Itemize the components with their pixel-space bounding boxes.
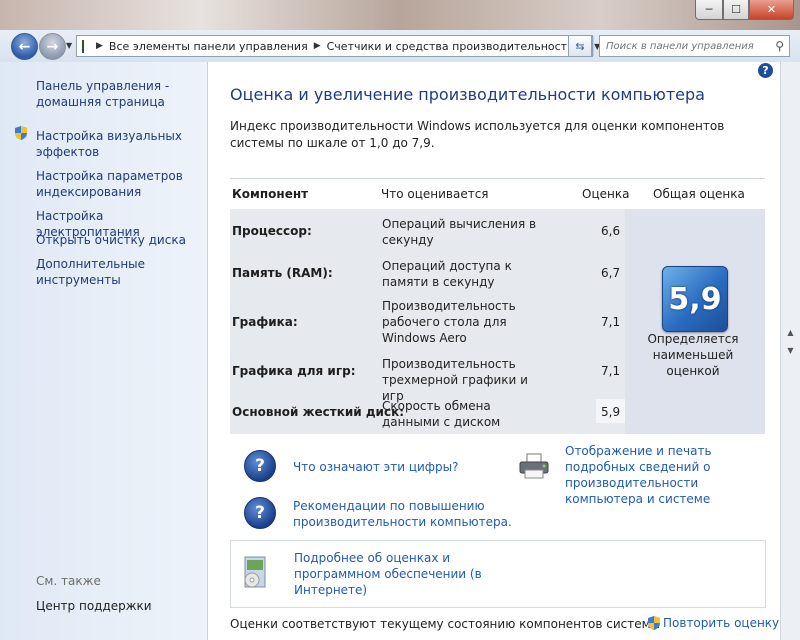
- breadcrumb-separator-icon[interactable]: ▶: [314, 41, 321, 51]
- scrollbar[interactable]: ▲ ▼: [780, 62, 800, 640]
- uac-shield-icon: [648, 616, 660, 630]
- breadcrumb-all-control-panel-items[interactable]: Все элементы панели управления: [109, 40, 308, 53]
- base-score-badge: 5,9: [662, 266, 728, 332]
- search-box[interactable]: ⚲: [599, 35, 790, 57]
- title-bar: ─ ☐ ✕: [0, 0, 800, 30]
- sidebar-item-disk-cleanup[interactable]: Открыть очистку диска: [36, 232, 196, 248]
- uac-shield-icon: [15, 126, 27, 140]
- address-bar[interactable]: ▶ Все элементы панели управления ▶ Счетч…: [76, 35, 600, 57]
- row-score: 5,9: [601, 405, 621, 419]
- page-title: Оценка и увеличение производительности к…: [230, 85, 705, 104]
- sidebar-item-visual-effects[interactable]: Настройка визуальных эффектов: [36, 128, 196, 160]
- row-component: Память (RAM):: [232, 266, 333, 280]
- search-icon[interactable]: ⚲: [775, 39, 784, 53]
- question-icon: ?: [244, 497, 276, 529]
- forward-button[interactable]: →: [39, 33, 66, 60]
- table-header: Компонент Что оценивается Оценка Общая о…: [230, 178, 765, 210]
- breadcrumb-performance[interactable]: Счетчики и средства производительности: [327, 40, 575, 53]
- header-what: Что оценивается: [381, 187, 489, 201]
- scroll-up-icon[interactable]: ▲: [783, 325, 798, 340]
- row-component: Графика для игр:: [232, 364, 356, 378]
- row-what: Производительность трехмерной графики и …: [382, 357, 528, 403]
- sidebar-item-action-center[interactable]: Центр поддержки: [36, 598, 196, 614]
- status-text: Оценки соответствуют текущему состоянию …: [230, 617, 661, 631]
- maximize-button[interactable]: ☐: [723, 0, 749, 20]
- intro-text: Индекс производительности Windows исполь…: [230, 119, 725, 150]
- see-also-heading: См. также: [36, 574, 101, 588]
- breadcrumb-separator-icon[interactable]: ▶: [96, 41, 103, 51]
- row-what: Операций вычисления в секунду: [382, 217, 537, 247]
- row-component: Основной жесткий диск:: [232, 405, 405, 419]
- scroll-down-icon[interactable]: ▼: [783, 343, 798, 358]
- back-button[interactable]: ←: [11, 33, 38, 60]
- header-score: Оценка: [582, 187, 630, 201]
- row-what: Производительность рабочего стола для Wi…: [382, 299, 516, 345]
- row-what: Операций доступа к памяти в секунду: [382, 259, 512, 289]
- rerun-assessment-link[interactable]: Повторить оценку: [663, 616, 779, 630]
- print-details-link[interactable]: Отображение и печать подробных сведений …: [565, 443, 765, 507]
- refresh-icon[interactable]: ⇆: [568, 35, 592, 57]
- row-what: Скорость обмена данными с диском: [382, 399, 501, 429]
- header-total: Общая оценка: [653, 187, 745, 201]
- caption-buttons: ─ ☐ ✕: [695, 0, 794, 20]
- row-score: 7,1: [601, 364, 621, 378]
- base-score-caption: Определяется наименьшей оценкой: [647, 332, 739, 378]
- search-input[interactable]: [600, 39, 768, 53]
- row-component: Графика:: [232, 315, 298, 329]
- row-score: 6,7: [601, 266, 621, 280]
- navigation-bar: ← → ▼ ▶ Все элементы панели управления ▶…: [0, 30, 800, 62]
- what-numbers-mean-link[interactable]: Что означают эти цифры?: [293, 459, 459, 475]
- question-icon: ?: [244, 450, 276, 482]
- minimize-button[interactable]: ─: [695, 0, 723, 20]
- header-component: Компонент: [232, 187, 309, 201]
- more-info-box: Подробнее об оценках и программном обесп…: [230, 540, 766, 608]
- help-icon[interactable]: ?: [758, 63, 773, 78]
- more-info-link[interactable]: Подробнее об оценках и программном обесп…: [294, 550, 494, 598]
- rerun-assessment[interactable]: Повторить оценку: [648, 616, 779, 630]
- close-button[interactable]: ✕: [749, 0, 794, 20]
- sidebar-item-advanced-tools[interactable]: Дополнительные инструменты: [36, 256, 196, 288]
- row-score: 7,1: [601, 315, 621, 329]
- control-panel-icon: [82, 39, 84, 53]
- recent-pages-dropdown-icon[interactable]: ▼: [66, 41, 72, 50]
- row-score: 6,6: [601, 224, 621, 238]
- performance-tips-link[interactable]: Рекомендации по повышению производительн…: [293, 498, 513, 530]
- software-box-icon: [244, 556, 266, 588]
- sidebar-item-home[interactable]: Панель управления - домашняя страница: [36, 78, 196, 110]
- sidebar-item-indexing[interactable]: Настройка параметров индексирования: [36, 168, 196, 200]
- row-component: Процессор:: [232, 224, 312, 238]
- printer-icon: [519, 453, 549, 479]
